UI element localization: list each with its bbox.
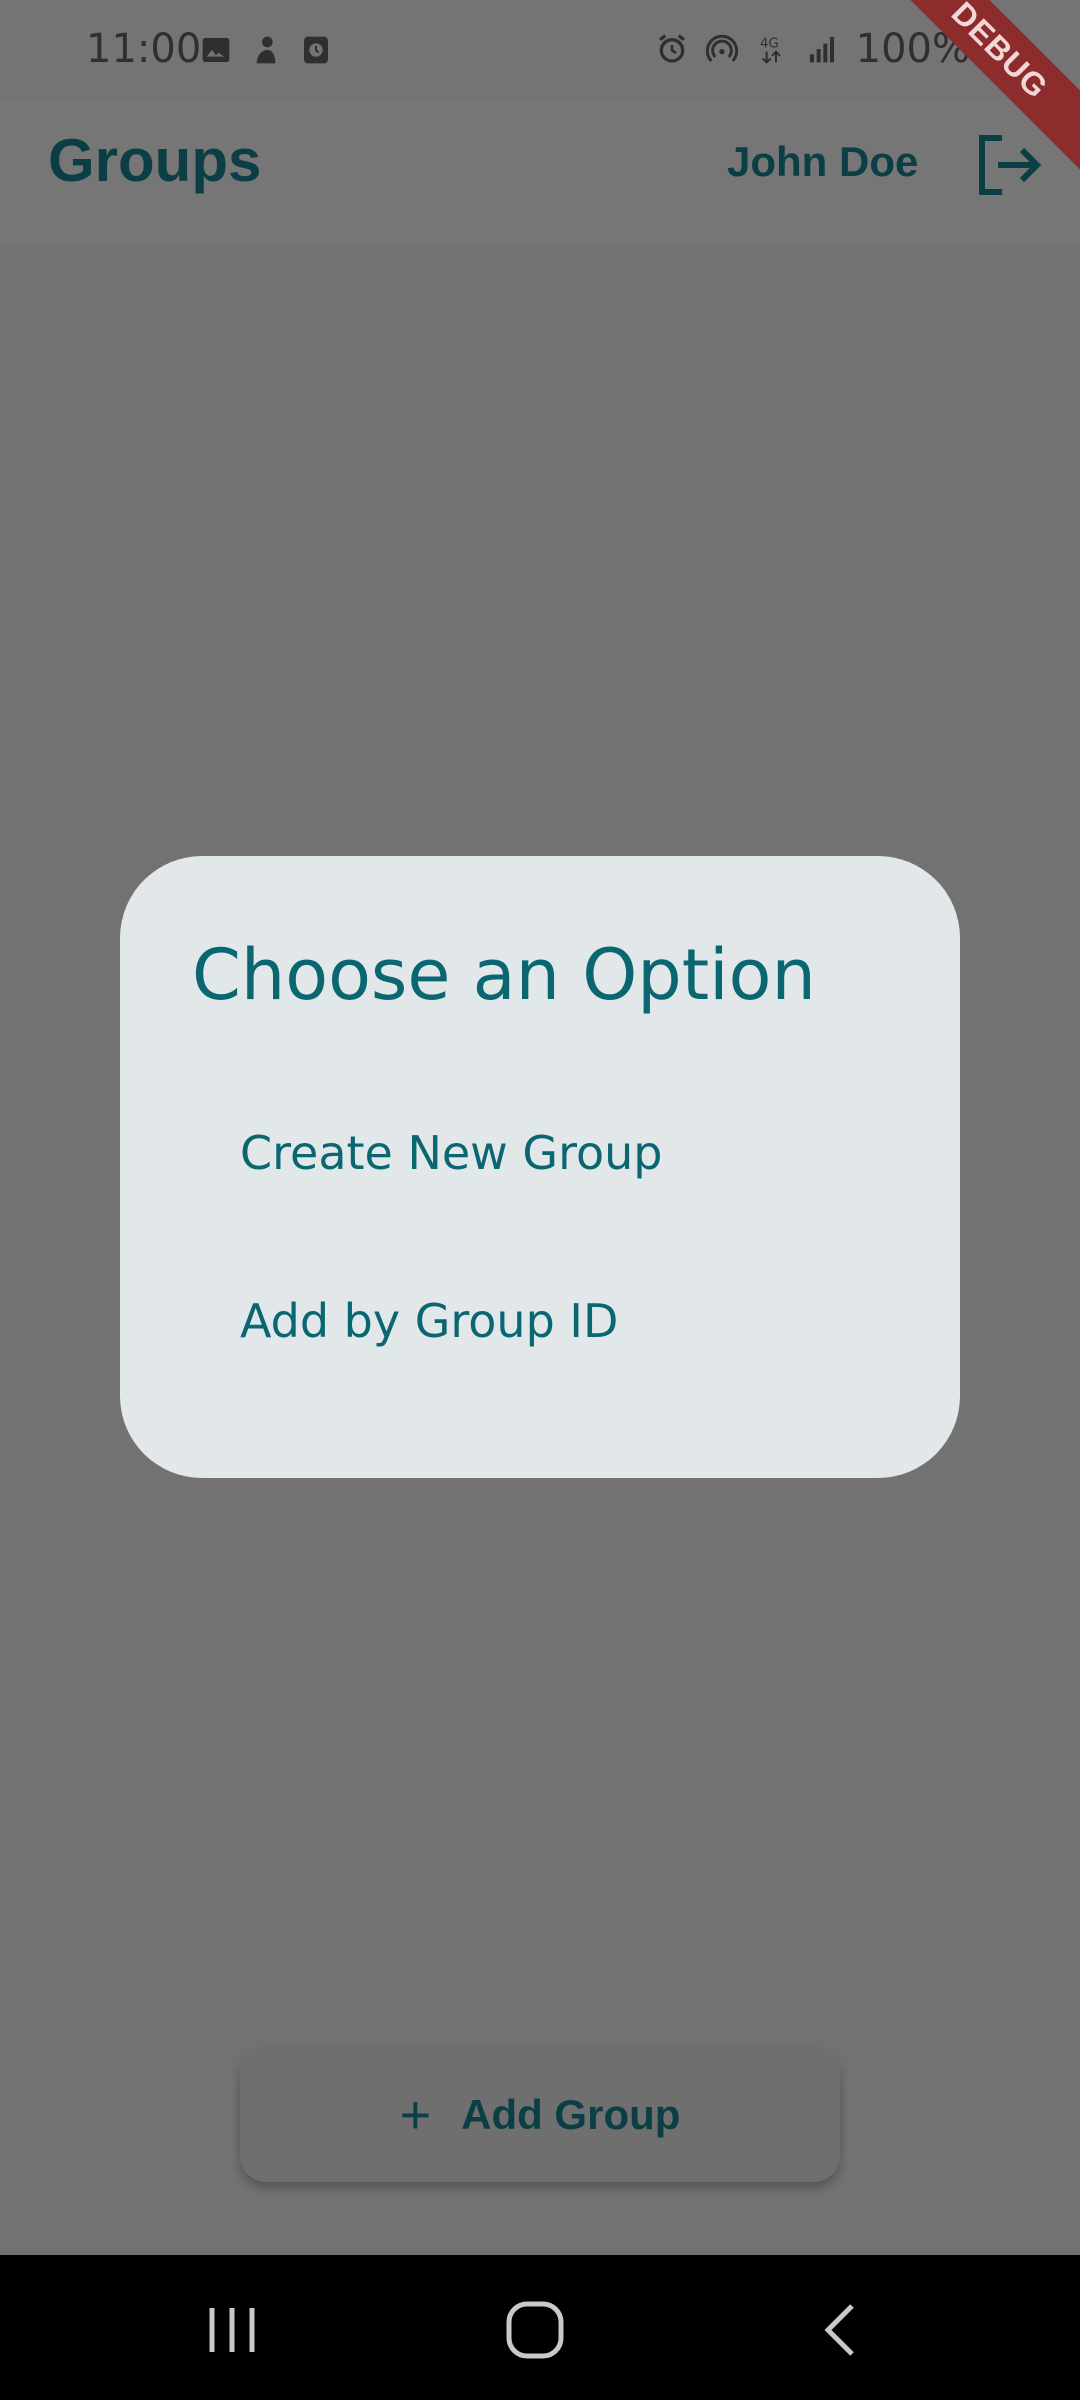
alarm-square-icon [304,36,328,64]
app-bar: Groups John Doe [0,100,1080,246]
recents-icon[interactable] [202,2300,262,2360]
status-left-icons [200,34,332,66]
signal-icon [809,37,834,63]
plus-icon: + [399,2085,432,2145]
alarm-icon [658,34,685,63]
person-icon [256,36,276,64]
screen: 11:00 4G 100% Groups John Doe DEBUG Choo… [0,0,1080,2400]
page-title: Groups [48,127,262,194]
image-icon [202,38,230,62]
create-new-group-option[interactable]: Create New Group [240,1126,662,1180]
network-4g-icon: 4G [760,37,781,64]
add-group-label: Add Group [461,2091,681,2138]
user-name[interactable]: John Doe [727,138,918,186]
add-group-button[interactable]: + Add Group [240,2048,840,2182]
add-by-group-id-option[interactable]: Add by Group ID [240,1294,618,1348]
option-dialog: Choose an Option Create New Group Add by… [120,856,960,1478]
dialog-title: Choose an Option [192,934,816,1016]
hotspot-icon [705,34,738,63]
logout-icon[interactable] [972,130,1042,200]
home-icon[interactable] [505,2300,565,2360]
navigation-bar [0,2255,1080,2400]
status-time: 11:00 [86,26,202,72]
status-bar: 11:00 4G 100% [0,0,1080,100]
back-icon[interactable] [812,2300,872,2360]
svg-text:4G: 4G [760,37,779,52]
